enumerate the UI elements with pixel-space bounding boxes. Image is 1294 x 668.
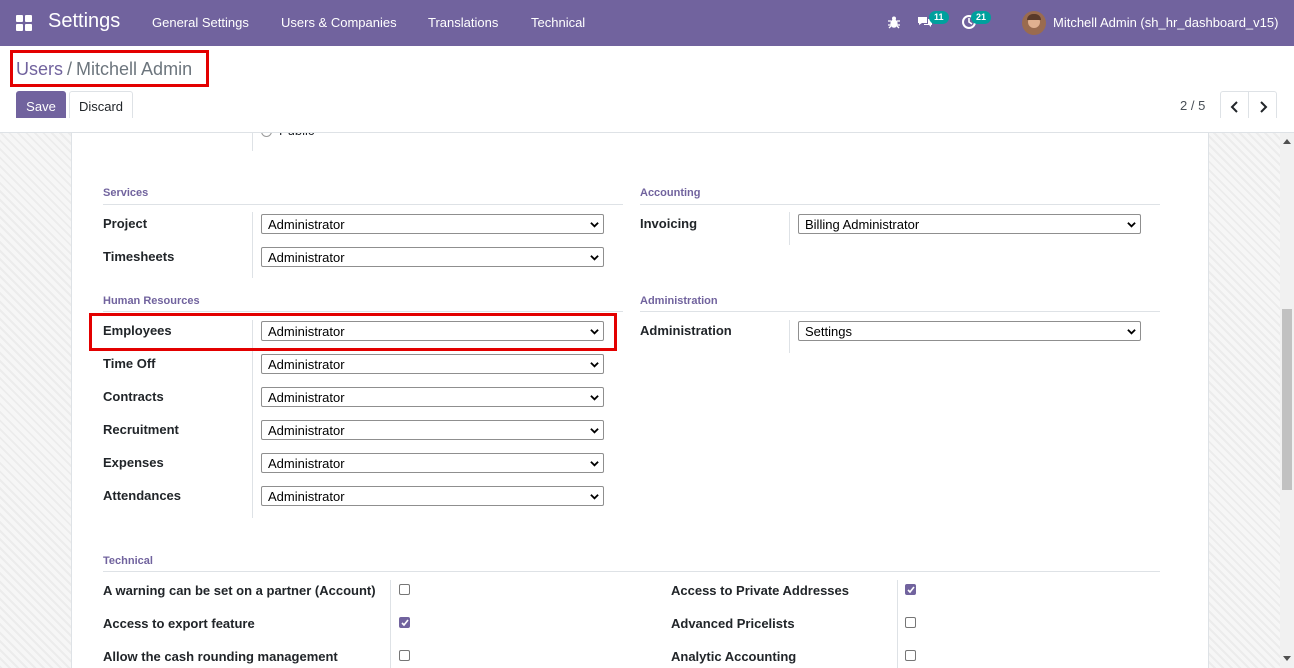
field-label-recruitment: Recruitment [103,422,179,437]
administration-select[interactable]: Settings [798,321,1141,341]
tech-label-advanced-pricelists: Advanced Pricelists [671,616,795,631]
activities-count-badge: 21 [971,11,992,24]
top-navbar: Settings General Settings Users & Compan… [0,0,1294,46]
time-off-select[interactable]: Administrator [261,354,604,374]
section-rule [103,571,1160,572]
chevron-down-icon [590,461,599,467]
timesheets-select[interactable]: Administrator [261,247,604,267]
tech-label-cash-rounding: Allow the cash rounding management [103,649,338,664]
export-feature-checkbox[interactable] [399,617,410,628]
expenses-select-value: Administrator [268,456,345,471]
time-off-select-value: Administrator [268,357,345,372]
chevron-down-icon [590,494,599,500]
section-rule [103,311,623,312]
column-divider [789,320,790,353]
administration-select-value: Settings [805,324,852,339]
analytic-accounting-checkbox[interactable] [905,650,916,661]
menu-technical[interactable]: Technical [531,15,585,30]
avatar[interactable] [1022,11,1046,35]
field-label-expenses: Expenses [103,455,164,470]
field-label-contracts: Contracts [103,389,164,404]
scroll-down-arrow-icon[interactable] [1283,656,1291,662]
chevron-down-icon [1127,329,1136,335]
chevron-down-icon [1127,222,1136,228]
expenses-select[interactable]: Administrator [261,453,604,473]
menu-users-companies[interactable]: Users & Companies [281,15,397,30]
field-label-invoicing: Invoicing [640,216,698,231]
field-label-attendances: Attendances [103,488,182,503]
project-select-value: Administrator [268,217,345,232]
column-divider [897,580,898,668]
section-rule [640,204,1160,205]
section-title-administration: Administration [640,295,718,307]
check-icon [907,586,915,594]
vertical-scrollbar[interactable] [1280,133,1294,668]
recruitment-select-value: Administrator [268,423,345,438]
column-divider [390,580,391,668]
section-title-technical: Technical [103,555,153,567]
project-select[interactable]: Administrator [261,214,604,234]
section-title-services: Services [103,187,149,199]
tech-label-partner-warning: A warning can be set on a partner (Accou… [103,583,376,598]
pager-value[interactable]: 2 / 5 [1180,98,1205,113]
messages-count-badge: 11 [929,11,949,24]
scroll-up-arrow-icon[interactable] [1283,138,1291,144]
section-title-accounting: Accounting [640,187,701,199]
private-addresses-checkbox[interactable] [905,584,916,595]
check-icon [401,619,409,627]
tech-label-analytic-accounting: Analytic Accounting [671,649,797,664]
tech-label-private-addresses: Access to Private Addresses [671,583,850,598]
invoicing-select-value: Billing Administrator [805,217,920,232]
chevron-down-icon [590,362,599,368]
attendances-select[interactable]: Administrator [261,486,604,506]
menu-translations[interactable]: Translations [428,15,498,30]
chevron-down-icon [590,428,599,434]
contracts-select-value: Administrator [268,390,345,405]
apps-grid-icon[interactable] [16,15,32,31]
section-rule [640,311,1160,312]
tech-label-export-feature: Access to export feature [103,616,255,631]
control-panel-bottom [0,118,1294,133]
app-title[interactable]: Settings [48,10,120,33]
chevron-down-icon [590,255,599,261]
section-rule [103,204,623,205]
scrollbar-thumb[interactable] [1282,309,1292,490]
partner-warning-checkbox[interactable] [399,584,410,595]
invoicing-select[interactable]: Billing Administrator [798,214,1141,234]
advanced-pricelists-checkbox[interactable] [905,617,916,628]
user-menu-name[interactable]: Mitchell Admin (sh_hr_dashboard_v15) [1053,15,1278,30]
bug-icon[interactable] [886,14,902,30]
column-divider [252,212,253,278]
recruitment-select[interactable]: Administrator [261,420,604,440]
field-label-project: Project [103,216,148,231]
menu-general-settings[interactable]: General Settings [152,15,249,30]
timesheets-select-value: Administrator [268,250,345,265]
field-label-time-off: Time Off [103,356,156,371]
column-divider [252,133,253,151]
contracts-select[interactable]: Administrator [261,387,604,407]
cash-rounding-checkbox[interactable] [399,650,410,661]
column-divider [789,212,790,245]
attendances-select-value: Administrator [268,489,345,504]
chevron-down-icon [590,222,599,228]
field-label-administration: Administration [640,323,732,338]
field-label-timesheets: Timesheets [103,249,175,264]
section-title-human-resources: Human Resources [103,295,200,307]
employees-highlight-box [89,313,617,351]
chevron-left-icon [1230,100,1238,113]
chevron-down-icon [590,395,599,401]
breadcrumb-highlight-box [10,50,209,87]
chevron-right-icon [1259,100,1267,113]
